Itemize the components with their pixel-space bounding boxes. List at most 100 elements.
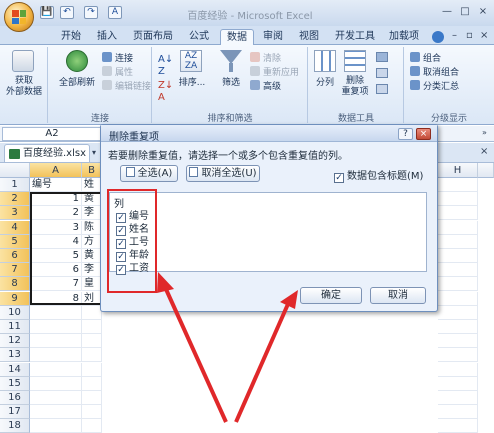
workbook-tab[interactable]: 百度经验.xlsx <box>4 144 90 162</box>
row-header[interactable]: 13 <box>0 348 30 363</box>
row-header[interactable]: 8 <box>0 277 30 292</box>
cell-h[interactable] <box>438 249 478 263</box>
cell-a[interactable]: 7 <box>30 277 82 292</box>
cell-a[interactable]: 1 <box>30 192 82 207</box>
ribbon-restore-icon[interactable]: ▫ <box>466 30 473 41</box>
column-checkbox[interactable]: ✓ <box>116 239 126 249</box>
cell-h[interactable] <box>438 320 478 334</box>
reapply-button[interactable]: 重新应用 <box>250 66 299 79</box>
cell-h[interactable] <box>438 291 478 306</box>
cell-h[interactable] <box>438 206 478 221</box>
row-header[interactable]: 7 <box>0 263 30 278</box>
refresh-all-button[interactable]: 全部刷新 <box>52 78 102 89</box>
cell-h[interactable] <box>438 192 478 207</box>
row-header[interactable]: 17 <box>0 405 30 420</box>
columns-list[interactable] <box>109 192 427 272</box>
cell-a[interactable] <box>30 305 82 320</box>
cell-b[interactable] <box>82 376 102 391</box>
text-to-columns-button[interactable]: 分列 <box>312 78 338 89</box>
select-all-corner[interactable] <box>0 163 30 178</box>
row-header[interactable]: 18 <box>0 419 30 433</box>
sort-button[interactable]: 排序... <box>176 78 208 89</box>
redo-icon[interactable]: ↷ <box>84 6 98 19</box>
column-checkbox[interactable]: ✓ <box>116 252 126 262</box>
row-header[interactable]: 9 <box>0 291 30 306</box>
tab-view[interactable]: 视图 <box>294 29 324 45</box>
connections-button[interactable]: 连接 <box>102 52 133 65</box>
tab-developer[interactable]: 开发工具 <box>330 29 380 45</box>
column-checkbox[interactable]: ✓ <box>116 226 126 236</box>
what-if-icon[interactable] <box>376 84 388 94</box>
name-box[interactable]: A2 <box>2 127 102 141</box>
workbook-close-icon[interactable]: × <box>480 146 488 157</box>
help-icon[interactable] <box>432 31 444 43</box>
tab-insert[interactable]: 插入 <box>92 29 122 45</box>
cell-a[interactable] <box>30 348 82 363</box>
cell-a[interactable] <box>30 334 82 349</box>
column-checkbox[interactable]: ✓ <box>116 213 126 223</box>
column-option[interactable]: ✓ 编号 <box>116 210 149 223</box>
row-header[interactable]: 10 <box>0 305 30 320</box>
office-button[interactable] <box>4 2 34 32</box>
cell-h[interactable] <box>438 391 478 405</box>
formula-expand-icon[interactable]: » <box>482 128 492 140</box>
cell-h[interactable] <box>438 376 478 391</box>
cell-b[interactable]: 李 <box>82 263 102 278</box>
row-header[interactable]: 15 <box>0 376 30 391</box>
workbook-menu-icon[interactable]: ▾ <box>92 148 96 157</box>
cell-h[interactable] <box>438 334 478 349</box>
header-option[interactable]: ✓ 数据包含标题(M) <box>334 167 423 183</box>
cell-b[interactable] <box>82 320 102 334</box>
cell-b[interactable] <box>82 362 102 377</box>
cell-b[interactable]: 姓 <box>82 178 102 192</box>
cell-h[interactable] <box>438 305 478 320</box>
remove-duplicates-button[interactable]: 删除 重复项 <box>338 76 372 98</box>
column-header-a[interactable]: A <box>30 163 82 178</box>
row-header[interactable]: 14 <box>0 362 30 377</box>
close-button[interactable]: × <box>476 5 490 19</box>
get-external-data-button[interactable]: 获取 外部数据 <box>2 76 46 98</box>
filter-button[interactable]: 筛选 <box>214 78 248 89</box>
ungroup-button[interactable]: 取消组合 <box>410 66 459 79</box>
cell-a[interactable] <box>30 362 82 377</box>
cell-h[interactable] <box>438 178 478 192</box>
header-checkbox[interactable]: ✓ <box>334 173 344 183</box>
cell-h[interactable] <box>438 220 478 235</box>
ok-button[interactable]: 确定 <box>300 287 362 304</box>
cell-a[interactable]: 4 <box>30 234 82 249</box>
dialog-close-button[interactable]: × <box>416 128 431 140</box>
tab-page-layout[interactable]: 页面布局 <box>128 29 178 45</box>
cell-h[interactable] <box>438 263 478 278</box>
column-header-h[interactable]: H <box>438 163 478 178</box>
row-header[interactable]: 5 <box>0 234 30 249</box>
select-all-button[interactable]: 全选(A) <box>120 165 178 182</box>
cell-b[interactable] <box>82 348 102 363</box>
tab-review[interactable]: 审阅 <box>258 29 288 45</box>
cell-a[interactable]: 2 <box>30 206 82 221</box>
cell-a[interactable]: 8 <box>30 291 82 306</box>
row-header[interactable]: 2 <box>0 192 30 207</box>
column-option[interactable]: ✓ 工号 <box>116 236 149 249</box>
cancel-button[interactable]: 取消 <box>370 287 426 304</box>
cell-h[interactable] <box>438 277 478 292</box>
tab-formulas[interactable]: 公式 <box>184 29 214 45</box>
column-option[interactable]: ✓ 年龄 <box>116 249 149 262</box>
cell-a[interactable]: 5 <box>30 249 82 263</box>
row-header[interactable]: 11 <box>0 320 30 334</box>
clear-button[interactable]: 清除 <box>250 52 281 65</box>
ribbon-close-icon[interactable]: × <box>480 30 488 41</box>
cell-a[interactable] <box>30 376 82 391</box>
undo-icon[interactable]: ↶ <box>60 6 74 19</box>
ribbon-minimize-icon[interactable]: – <box>452 30 457 41</box>
cell-h[interactable] <box>438 348 478 363</box>
cell-b[interactable]: 李 <box>82 206 102 221</box>
cell-a[interactable] <box>30 419 82 433</box>
subtotal-button[interactable]: 分类汇总 <box>410 80 459 93</box>
dialog-help-button[interactable]: ? <box>398 128 413 140</box>
advanced-button[interactable]: 高级 <box>250 80 281 93</box>
row-header[interactable]: 4 <box>0 220 30 235</box>
consolidate-icon[interactable] <box>376 68 388 78</box>
save-icon[interactable]: 💾 <box>40 6 54 19</box>
cell-h[interactable] <box>438 419 478 433</box>
cell-b[interactable]: 黄 <box>82 192 102 207</box>
